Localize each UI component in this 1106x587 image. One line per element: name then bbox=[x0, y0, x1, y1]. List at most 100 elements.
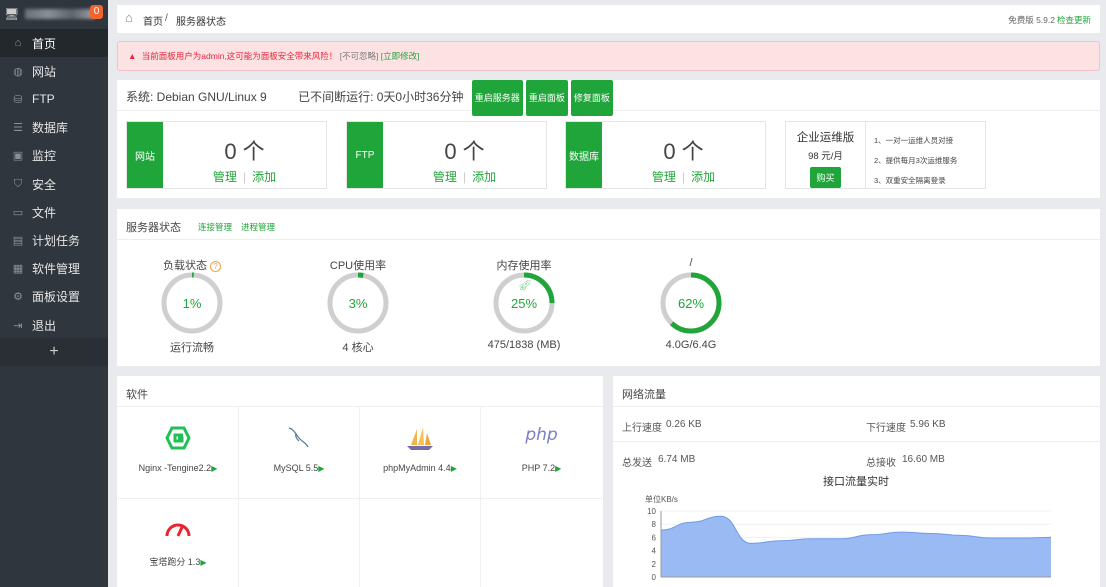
sidebar-item-5[interactable]: ⛉ 安全 bbox=[0, 170, 108, 198]
software-title: 软件 bbox=[126, 386, 148, 402]
gauge-value: 1% bbox=[152, 296, 232, 311]
sidebar-item-3[interactable]: ☰数据库 bbox=[0, 114, 108, 142]
database-count: 0 个 bbox=[602, 134, 765, 166]
buy-button[interactable]: 购买 bbox=[810, 167, 840, 188]
software-item-php[interactable]: php PHP 7.2 bbox=[481, 407, 602, 499]
upload-speed-label: 上行速度 bbox=[622, 419, 662, 434]
ftp-card: FTP 0 个 管理|添加 bbox=[346, 121, 547, 189]
alert-ignore-label: [不可忽略] bbox=[340, 51, 379, 61]
add-shortcut-button[interactable]: + bbox=[0, 338, 108, 366]
add-database-link[interactable]: 添加 bbox=[691, 170, 715, 184]
y-tick-label: 2 bbox=[652, 560, 657, 569]
home-icon[interactable]: ⌂ bbox=[125, 10, 133, 25]
y-tick-label: 4 bbox=[652, 547, 657, 556]
folder-icon: ▭ bbox=[12, 206, 24, 219]
sidebar-item-label: 首页 bbox=[32, 35, 56, 52]
sidebar-item-6[interactable]: ▭ 文件 bbox=[0, 198, 108, 226]
software-item-nginx[interactable]: Nginx -Tengine2.2 bbox=[118, 407, 239, 499]
total-sent-label: 总发送 bbox=[622, 454, 652, 469]
speedometer-icon bbox=[118, 517, 238, 545]
sidebar-item-label: 计划任务 bbox=[32, 232, 80, 249]
total-sent-value: 6.74 MB bbox=[658, 454, 695, 465]
blurred-hostname bbox=[25, 9, 95, 19]
gauge-subtitle: 运行流畅 bbox=[122, 339, 262, 355]
software-empty-slot bbox=[239, 499, 360, 587]
manage-website-link[interactable]: 管理 bbox=[213, 170, 237, 184]
logout-icon: ⇥ bbox=[12, 319, 24, 332]
gear-icon: ⚙ bbox=[12, 290, 24, 303]
check-update-link[interactable]: 检查更新 bbox=[1057, 14, 1091, 26]
home-icon: ⌂ bbox=[12, 37, 24, 49]
system-info: 系统: Debian GNU/Linux 9 bbox=[126, 90, 267, 104]
network-title: 网络流量 bbox=[622, 386, 666, 402]
sidebar-item-10[interactable]: ⇥退出 bbox=[0, 311, 108, 339]
uptime: 已不间断运行: 0天0小时36分钟 bbox=[298, 90, 463, 104]
sidebar-item-4[interactable]: ▣监控 bbox=[0, 142, 108, 170]
gauge-value: 25% bbox=[484, 296, 564, 311]
total-received-value: 16.60 MB bbox=[902, 454, 945, 465]
monitor-icon: ▣ bbox=[12, 149, 24, 162]
overview-panel: 系统: Debian GNU/Linux 9 已不间断运行: 0天0小时36分钟… bbox=[117, 80, 1100, 198]
gauge-subtitle: 4 核心 bbox=[288, 339, 428, 355]
sidebar-item-2[interactable]: ⛁FTP bbox=[0, 85, 108, 113]
y-tick-label: 6 bbox=[652, 533, 657, 542]
gauge-subtitle: 4.0G/6.4G bbox=[621, 339, 761, 351]
website-card: 网站 0 个 管理|添加 bbox=[126, 121, 327, 189]
enterprise-price: 98 元/月 bbox=[786, 148, 865, 162]
y-tick-label: 10 bbox=[647, 507, 656, 516]
software-name: MySQL 5.5 bbox=[239, 463, 359, 473]
version-label: 免费版 5.9.2 bbox=[1008, 14, 1055, 26]
total-received-label: 总接收 bbox=[866, 454, 896, 469]
traffic-area bbox=[661, 516, 1051, 577]
card-label: FTP bbox=[347, 122, 383, 188]
sidebar-item-7[interactable]: ▤计划任务 bbox=[0, 226, 108, 254]
connection-manage-link[interactable]: 连接管理 bbox=[198, 221, 232, 233]
sidebar-item-9[interactable]: ⚙面板设置 bbox=[0, 283, 108, 311]
database-card: 数据库 0 个 管理|添加 bbox=[565, 121, 766, 189]
sidebar: 🖥 0 ⌂ 首页 ◍网站⛁FTP☰数据库▣监控 ⛉ 安全 ▭ 文件 ▤计划任务▦软件管理⚙面板… bbox=[0, 0, 108, 587]
shield-icon: ⛉ bbox=[12, 178, 24, 191]
sidebar-item-label: 网站 bbox=[32, 63, 56, 80]
card-label: 数据库 bbox=[566, 122, 602, 188]
add-ftp-link[interactable]: 添加 bbox=[472, 170, 496, 184]
software-name: 宝塔跑分 1.3 bbox=[118, 555, 238, 568]
sidebar-item-label: 文件 bbox=[32, 204, 56, 221]
download-speed-label: 下行速度 bbox=[866, 419, 906, 434]
sidebar-item-label: 安全 bbox=[32, 176, 56, 193]
security-alert: ▲ 当前面板用户为admin,这可能为面板安全带来风险！ [不可忽略] [立即修… bbox=[117, 41, 1100, 71]
sidebar-item-8[interactable]: ▦软件管理 bbox=[0, 255, 108, 283]
process-manage-link[interactable]: 进程管理 bbox=[241, 221, 275, 233]
breadcrumb-bar: ⌂ 首页 / 服务器状态 免费版 5.9.2 检查更新 bbox=[117, 5, 1100, 33]
sidebar-item-0[interactable]: ⌂ 首页 bbox=[0, 29, 108, 57]
notification-badge[interactable]: 0 bbox=[90, 5, 103, 19]
network-panel: 网络流量 上行速度 0.26 KB 下行速度 5.96 KB 总发送 6.74 … bbox=[613, 376, 1100, 587]
alert-fix-link[interactable]: [立即修改] bbox=[381, 51, 420, 61]
sidebar-item-1[interactable]: ◍网站 bbox=[0, 57, 108, 85]
feature-item: 1、一对一运维人员对接 bbox=[874, 131, 957, 151]
alert-text: 当前面板用户为admin,这可能为面板安全带来风险！ bbox=[142, 51, 338, 61]
restart-panel-button[interactable]: 重启面板 bbox=[526, 80, 568, 116]
software-empty-slot bbox=[360, 499, 481, 587]
software-name: PHP 7.2 bbox=[481, 463, 602, 473]
breadcrumb-home[interactable]: 首页 bbox=[143, 13, 163, 28]
gauge-title: / bbox=[631, 257, 751, 269]
ftp-count: 0 个 bbox=[383, 134, 546, 166]
restart-server-button[interactable]: 重启服务器 bbox=[472, 80, 523, 116]
grid-icon: ▦ bbox=[12, 262, 24, 275]
manage-database-link[interactable]: 管理 bbox=[652, 170, 676, 184]
mysql-dolphin-icon bbox=[239, 425, 359, 453]
gauge-value: 3% bbox=[318, 296, 398, 311]
software-name: Nginx -Tengine2.2 bbox=[118, 463, 238, 473]
repair-panel-button[interactable]: 修复面板 bbox=[571, 80, 613, 116]
manage-ftp-link[interactable]: 管理 bbox=[433, 170, 457, 184]
add-website-link[interactable]: 添加 bbox=[252, 170, 276, 184]
gauge-subtitle: 475/1838 (MB) bbox=[454, 339, 594, 351]
feature-item: 2、提供每月3次运维服务 bbox=[874, 151, 957, 171]
software-item-phpmyadmin[interactable]: phpMyAdmin 4.4 bbox=[360, 407, 481, 499]
logo[interactable]: 🖥 0 bbox=[0, 0, 108, 28]
software-item-mysql[interactable]: MySQL 5.5 bbox=[239, 407, 360, 499]
enterprise-title: 企业运维版 bbox=[786, 129, 865, 145]
software-item-benchmark[interactable]: 宝塔跑分 1.3 bbox=[118, 499, 239, 587]
rocket-icon[interactable]: 🚀︎ bbox=[518, 279, 532, 292]
phpmyadmin-sailboat-icon bbox=[360, 425, 480, 453]
